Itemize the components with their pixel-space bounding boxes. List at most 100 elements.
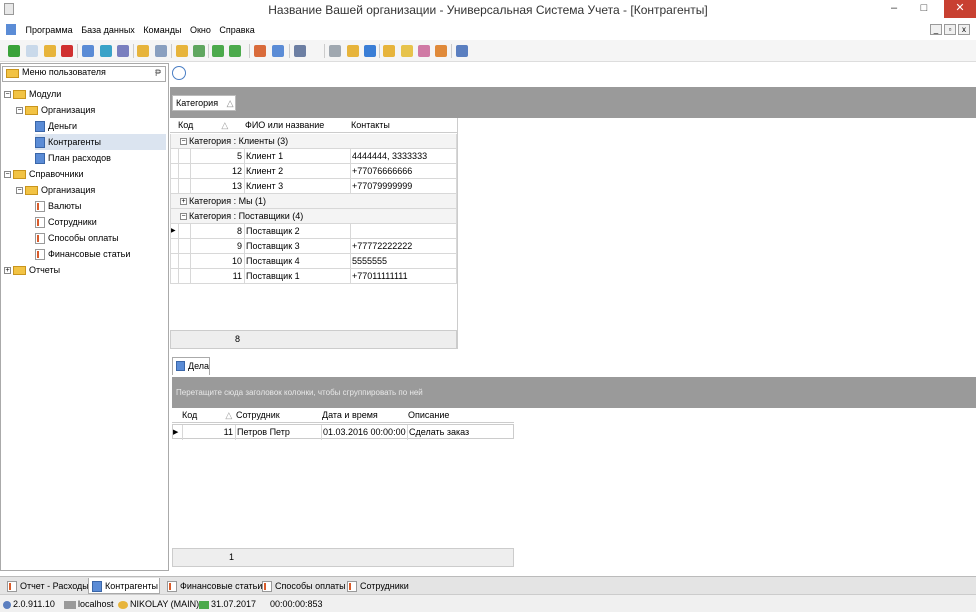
tree-item-organization[interactable]: − Организация [16,102,95,118]
column-header-name[interactable]: ФИО или название [245,118,349,133]
cell-contacts[interactable]: +77772222222 [351,239,457,254]
database-icon[interactable] [456,45,468,57]
menu-database[interactable]: База данных [78,20,138,40]
cell-code[interactable]: 13 [191,179,245,194]
new-window-icon[interactable] [272,45,284,57]
tree-item-money[interactable]: Деньги [35,118,77,134]
collapse-icon[interactable]: − [16,107,23,115]
cell-name[interactable]: Клиент 1 [245,149,351,164]
cell-employee[interactable]: Петров Петр [236,425,322,440]
users-icon[interactable] [418,45,430,57]
calculator-icon[interactable] [347,45,359,57]
export-icon[interactable] [212,45,224,57]
tree-item-currencies[interactable]: Валюты [35,198,81,214]
clock-icon[interactable] [172,66,186,80]
filter-icon[interactable] [117,45,129,57]
key-icon[interactable] [401,45,413,57]
search-icon[interactable] [82,45,94,57]
group-row[interactable]: + Категория : Мы (1) [170,194,457,209]
column-header-code[interactable]: Код △ [178,118,248,133]
column-header-employee[interactable]: Сотрудник [236,408,320,423]
table-row[interactable]: 12 Клиент 2 +77076666666 [170,164,457,179]
menu-help[interactable]: Справка [216,20,257,40]
table-row[interactable]: 9 Поставщик 3 +77772222222 [170,239,457,254]
cell-contacts[interactable]: +77079999999 [351,179,457,194]
tree-item-reports[interactable]: + Отчеты [4,262,60,278]
collapse-icon[interactable]: − [4,91,11,99]
tree-item-modules[interactable]: − Модули [4,86,61,102]
tree-item-expense-plan[interactable]: План расходов [35,150,111,166]
lock-icon[interactable] [383,45,395,57]
cell-contacts[interactable]: +77076666666 [351,164,457,179]
doc-tab-expense-report[interactable]: Отчет - Расходы [4,578,89,594]
table-row[interactable]: 5 Клиент 1 4444444, 3333333 [170,149,457,164]
chart-icon[interactable] [364,45,376,57]
cell-name[interactable]: Поставщик 2 [245,224,351,239]
export-dropdown-icon[interactable] [229,45,241,57]
add-icon[interactable] [8,45,20,57]
mdi-restore-button[interactable]: ▫ [944,24,956,35]
cell-datetime[interactable]: 01.03.2016 00:00:00 [322,425,408,440]
cell-name[interactable]: Поставщик 3 [245,239,351,254]
cell-name[interactable]: Поставщик 4 [245,254,351,269]
column-header-contacts[interactable]: Контакты [351,118,455,133]
tree-item-organization-ref[interactable]: − Организация [16,182,95,198]
table-row[interactable]: 11 Поставщик 1 +77011111111 [170,269,457,284]
cell-description[interactable]: Сделать заказ [408,425,514,440]
collapse-icon[interactable]: − [180,213,187,221]
group-row[interactable]: − Категория : Клиенты (3) [170,134,457,149]
mdi-close-button[interactable]: x [958,24,970,35]
tree-item-financial-items[interactable]: Финансовые статьи [35,246,130,262]
ungroup-icon[interactable] [193,45,205,57]
tools-icon[interactable] [329,45,341,57]
column-header-datetime[interactable]: Дата и время [322,408,406,423]
table-row[interactable]: ▶ 11 Петров Петр 01.03.2016 00:00:00 Сде… [172,424,514,440]
cell-name[interactable]: Клиент 3 [245,179,351,194]
minimize-button[interactable]: – [880,0,908,18]
open-window-icon[interactable] [254,45,266,57]
close-button[interactable]: ✕ [944,0,976,18]
column-header-description[interactable]: Описание [408,408,512,423]
column-header-code[interactable]: Код △ [182,408,234,423]
expand-icon[interactable]: + [180,198,187,206]
expand-icon[interactable]: + [4,267,11,275]
doc-tab-employees[interactable]: Сотрудники [344,578,410,594]
cell-contacts[interactable]: +77011111111 [351,269,457,284]
collapse-icon[interactable]: − [180,138,187,146]
print-icon[interactable] [294,45,306,57]
collapse-icon[interactable]: − [4,171,11,179]
tree-item-counterparties[interactable]: Контрагенты [35,134,166,150]
copy-icon[interactable] [26,45,38,57]
table-row[interactable]: ▶ 8 Поставщик 2 [170,224,457,239]
table-row[interactable]: 13 Клиент 3 +77079999999 [170,179,457,194]
menu-commands[interactable]: Команды [140,20,184,40]
menu-program[interactable]: Программа [23,20,76,40]
group-icon[interactable] [176,45,188,57]
edit-icon[interactable] [44,45,56,57]
delete-icon[interactable] [61,45,73,57]
cell-code[interactable]: 9 [191,239,245,254]
cell-code[interactable]: 11 [191,269,245,284]
maximize-button[interactable]: □ [910,0,938,18]
tree-item-employees[interactable]: Сотрудники [35,214,97,230]
cell-name[interactable]: Поставщик 1 [245,269,351,284]
cell-code[interactable]: 10 [191,254,245,269]
tab-tasks[interactable]: Дела [172,357,210,375]
cell-code[interactable]: 8 [191,224,245,239]
doc-tab-payment-methods[interactable]: Способы оплаты [259,578,346,594]
doc-tab-counterparties[interactable]: Контрагенты [88,578,160,594]
menu-window[interactable]: Окно [187,20,214,40]
sort-up-icon[interactable] [137,45,149,57]
group-chip-category[interactable]: Категория △ [172,95,236,111]
table-row[interactable]: 10 Поставщик 4 5555555 [170,254,457,269]
tree-item-references[interactable]: − Справочники [4,166,84,182]
cell-contacts[interactable] [351,224,457,239]
cell-code[interactable]: 11 [183,425,236,440]
mdi-minimize-button[interactable]: _ [930,24,942,35]
cell-name[interactable]: Клиент 2 [245,164,351,179]
cell-contacts[interactable]: 5555555 [351,254,457,269]
refresh-icon[interactable] [100,45,112,57]
collapse-icon[interactable]: − [16,187,23,195]
cell-code[interactable]: 5 [191,149,245,164]
doc-tab-financial-items[interactable]: Финансовые статьи [164,578,262,594]
